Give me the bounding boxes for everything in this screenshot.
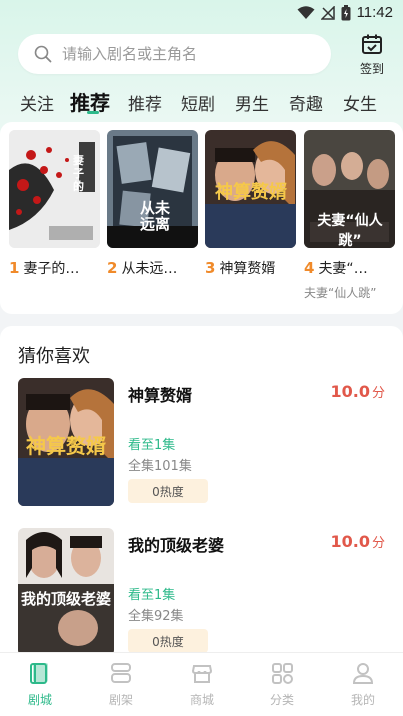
recommend-item[interactable]: 从未远离 2 从未远… bbox=[107, 130, 198, 278]
bottom-navigation: 剧城 剧架 商城 分类 我的 bbox=[0, 652, 403, 716]
watch-progress: 看至1集 bbox=[128, 438, 176, 453]
drama-cover: 神算赘婿 bbox=[205, 130, 296, 248]
score-unit: 分 bbox=[371, 386, 385, 401]
drama-score: 10.0 分 bbox=[331, 532, 386, 551]
guess-you-like-section: 猜你喜欢 神算赘婿 神算赘婿 10.0 分 看至1集 全集101集 0热度 我的… bbox=[0, 326, 403, 666]
nav-label: 商城 bbox=[189, 693, 214, 707]
cover-title-text: 夫妻“仙人跳” bbox=[317, 213, 383, 248]
recommend-title: 4 夫妻“… bbox=[304, 258, 395, 278]
tab-follow[interactable]: 关注 bbox=[20, 90, 54, 115]
heat-badge: 0热度 bbox=[128, 629, 208, 653]
drama-title: 神算赘婿 bbox=[219, 261, 276, 277]
tab-recommend[interactable]: 推荐 bbox=[128, 90, 162, 115]
tab-fun[interactable]: 奇趣 bbox=[289, 90, 323, 115]
rank-number: 2 bbox=[107, 259, 118, 277]
nav-drama-city[interactable]: 剧城 bbox=[10, 661, 70, 708]
active-tab-indicator bbox=[87, 111, 99, 114]
drama-cover: 我的顶级老婆 bbox=[18, 528, 114, 656]
recommend-item[interactable]: 神算赘婿 3 神算赘婿 bbox=[205, 130, 296, 278]
category-icon bbox=[272, 663, 293, 684]
watch-progress: 看至1集 bbox=[128, 588, 176, 603]
recommend-title: 3 神算赘婿 bbox=[205, 258, 296, 278]
drama-title: 从未远… bbox=[121, 261, 178, 277]
rank-number: 1 bbox=[9, 259, 20, 277]
category-tabs: 关注 推荐 推荐 短剧 男生 奇趣 女生 bbox=[0, 86, 403, 120]
status-time: 11:42 bbox=[356, 4, 393, 21]
nav-store[interactable]: 商城 bbox=[172, 661, 232, 708]
cover-title-text: 从未远离 bbox=[139, 199, 170, 233]
bookshelf-icon bbox=[111, 663, 131, 683]
nav-bookshelf[interactable]: 剧架 bbox=[91, 661, 151, 708]
score-value: 10.0 bbox=[330, 532, 370, 551]
cover-title-text: 妻子的 bbox=[73, 154, 84, 193]
drama-name: 我的顶级老婆 bbox=[128, 536, 225, 555]
drama-score: 10.0 分 bbox=[331, 382, 386, 401]
tab-female[interactable]: 女生 bbox=[343, 90, 377, 115]
calendar-check-icon bbox=[362, 34, 382, 54]
drama-cover: 妻子的 bbox=[9, 130, 100, 248]
nav-label: 剧架 bbox=[108, 693, 133, 707]
section-title: 猜你喜欢 bbox=[18, 346, 90, 367]
recommend-item[interactable]: 夫妻“仙人跳” 4 夫妻“… 夫妻“仙人跳” bbox=[304, 130, 395, 301]
nav-label: 我的 bbox=[350, 693, 375, 707]
drama-title: 妻子的… bbox=[23, 261, 80, 277]
heat-badge: 0热度 bbox=[128, 479, 208, 503]
recommend-card: 妻子的 1 妻子的… 从未远离 2 从未远… 神算赘婿 3 神算赘婿 夫妻“仙人… bbox=[0, 122, 403, 314]
drama-city-icon bbox=[30, 663, 48, 684]
drama-cover: 神算赘婿 bbox=[18, 378, 114, 506]
cover-title-text: 神算赘婿 bbox=[215, 182, 287, 203]
checkin-label: 签到 bbox=[359, 62, 384, 76]
drama-cover: 夫妻“仙人跳” bbox=[304, 130, 395, 248]
store-icon bbox=[191, 665, 213, 683]
checkin-button[interactable]: 签到 bbox=[352, 33, 392, 77]
nav-label: 剧城 bbox=[27, 693, 52, 707]
nav-category[interactable]: 分类 bbox=[252, 661, 312, 708]
cover-title-text: 神算赘婿 bbox=[26, 434, 106, 458]
wifi-icon bbox=[297, 5, 315, 19]
battery-charging-icon bbox=[341, 4, 351, 20]
cover-title-text: 我的顶级老婆 bbox=[20, 590, 111, 608]
profile-icon bbox=[352, 663, 374, 684]
nav-profile[interactable]: 我的 bbox=[333, 661, 393, 708]
drama-cover: 从未远离 bbox=[107, 130, 198, 248]
drama-subtitle: 夫妻“仙人跳” bbox=[304, 286, 377, 300]
tab-male[interactable]: 男生 bbox=[235, 90, 269, 115]
rank-number: 3 bbox=[205, 259, 216, 277]
nav-label: 分类 bbox=[269, 693, 294, 707]
drama-list-item[interactable]: 我的顶级老婆 我的顶级老婆 10.0 分 看至1集 全集92集 0热度 bbox=[0, 528, 403, 658]
no-signal-icon bbox=[320, 5, 335, 20]
episode-total: 全集92集 bbox=[128, 609, 184, 624]
episode-total: 全集101集 bbox=[128, 459, 192, 474]
drama-name: 神算赘婿 bbox=[128, 386, 193, 405]
recommend-title: 1 妻子的… bbox=[9, 258, 100, 278]
tab-short-drama[interactable]: 短剧 bbox=[181, 90, 215, 115]
drama-title: 夫妻“… bbox=[318, 261, 368, 277]
search-bar[interactable] bbox=[18, 34, 331, 74]
score-unit: 分 bbox=[371, 536, 385, 551]
rank-number: 4 bbox=[304, 259, 315, 277]
status-bar: 11:42 bbox=[0, 0, 403, 28]
drama-list-item[interactable]: 神算赘婿 神算赘婿 10.0 分 看至1集 全集101集 0热度 bbox=[0, 378, 403, 508]
recommend-title: 2 从未远… bbox=[107, 258, 198, 278]
search-input[interactable] bbox=[62, 45, 302, 63]
search-icon bbox=[34, 45, 52, 63]
recommend-item[interactable]: 妻子的 1 妻子的… bbox=[9, 130, 100, 278]
score-value: 10.0 bbox=[330, 382, 370, 401]
